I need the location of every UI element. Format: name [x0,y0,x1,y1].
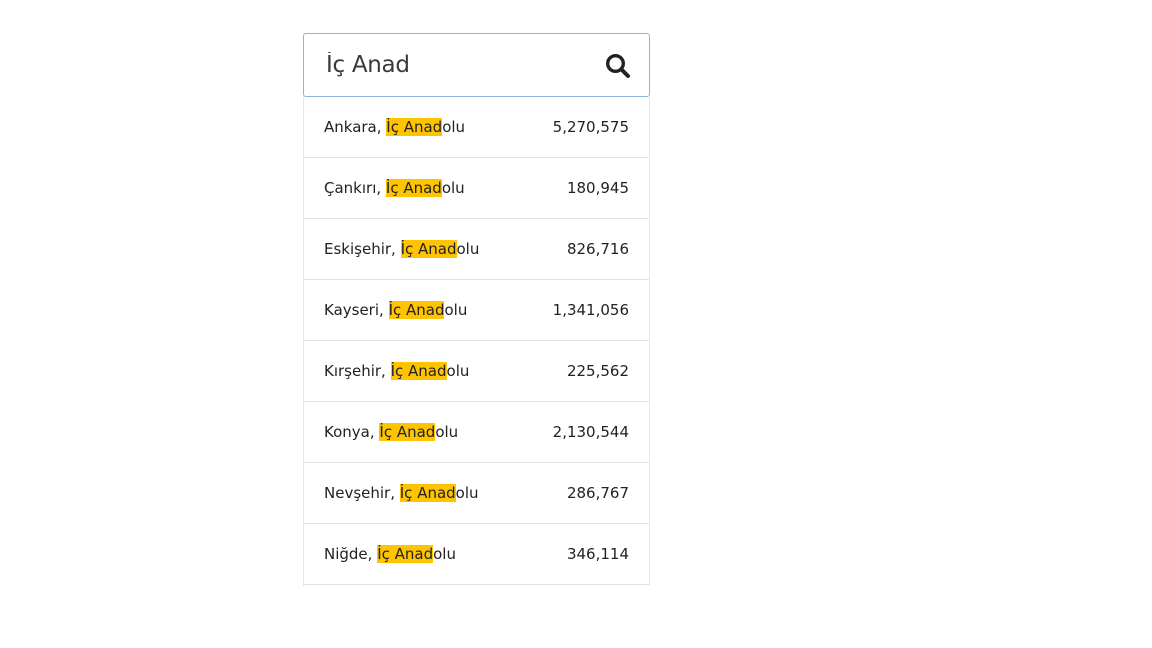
list-item[interactable]: Nevşehir, İç Anadolu 286,767 [304,463,649,524]
result-population: 5,270,575 [552,118,629,136]
result-name: Nevşehir, İç Anadolu [324,484,479,502]
list-item[interactable]: Ankara, İç Anadolu 5,270,575 [304,97,649,158]
list-item[interactable]: Kırşehir, İç Anadolu 225,562 [304,341,649,402]
result-population: 346,114 [566,545,629,563]
list-item[interactable]: Çankırı, İç Anadolu 180,945 [304,158,649,219]
match-highlight: İç Anad [386,118,443,136]
result-name: Ankara, İç Anadolu [324,118,466,136]
match-highlight: İç Anad [390,362,447,380]
list-item[interactable]: Konya, İç Anadolu 2,130,544 [304,402,649,463]
result-population: 225,562 [566,362,629,380]
search-input[interactable] [326,46,596,84]
result-population: 2,130,544 [552,423,629,441]
list-item[interactable]: Eskişehir, İç Anadolu 826,716 [304,219,649,280]
result-name: Çankırı, İç Anadolu [324,179,465,197]
search-button[interactable] [603,51,633,81]
match-highlight: İç Anad [379,423,436,441]
match-highlight: İç Anad [377,545,434,563]
match-highlight: İç Anad [399,484,456,502]
result-population: 826,716 [566,240,629,258]
results-list: Ankara, İç Anadolu 5,270,575 Çankırı, İç… [303,97,650,586]
result-name: Kırşehir, İç Anadolu [324,362,470,380]
match-highlight: İç Anad [385,179,442,197]
match-highlight: İç Anad [400,240,457,258]
result-name: Konya, İç Anadolu [324,423,459,441]
search-icon [605,53,630,78]
result-population: 286,767 [566,484,629,502]
result-name: Niğde, İç Anadolu [324,545,456,563]
list-item[interactable]: Niğde, İç Anadolu 346,114 [304,524,649,585]
result-population: 180,945 [566,179,629,197]
list-item[interactable]: Kayseri, İç Anadolu 1,341,056 [304,280,649,341]
result-name: Kayseri, İç Anadolu [324,301,468,319]
match-highlight: İç Anad [388,301,445,319]
result-population: 1,341,056 [552,301,629,319]
result-name: Eskişehir, İç Anadolu [324,240,480,258]
search-box[interactable] [303,33,650,97]
